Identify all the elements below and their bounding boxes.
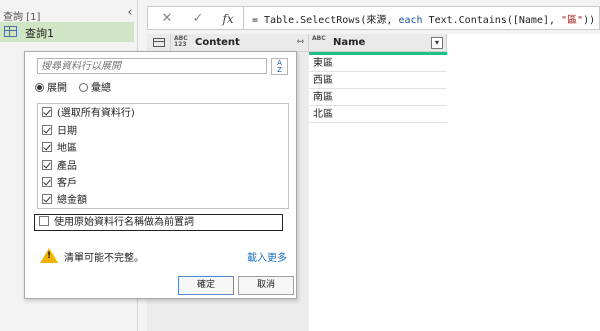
checkbox-unchecked[interactable] bbox=[39, 216, 49, 226]
table-icon bbox=[4, 26, 17, 37]
load-more-link[interactable]: 載入更多 bbox=[247, 249, 287, 264]
grid-corner[interactable] bbox=[147, 34, 171, 52]
checkbox-checked[interactable] bbox=[42, 142, 52, 152]
formula-bar: ✕ ✓ fx = Table.SelectRows(來源, each Text.… bbox=[147, 6, 600, 30]
table-row[interactable]: 西區 bbox=[309, 72, 447, 89]
cancel-button[interactable]: 取消 bbox=[238, 276, 294, 295]
formula-suffix: )) bbox=[583, 15, 596, 26]
collapse-pane-icon[interactable]: ‹ bbox=[124, 6, 136, 20]
column-name-content: Content bbox=[195, 37, 240, 48]
query-item-label: 查詢1 bbox=[25, 27, 54, 40]
type-text-icon: ABC bbox=[312, 35, 326, 42]
radio-dot-selected bbox=[35, 83, 44, 92]
radio-dot bbox=[79, 83, 88, 92]
formula-prefix: = Table.SelectRows(來源, bbox=[252, 15, 399, 26]
column-checklist: (選取所有資料行) 日期 地區 產品 客戶 總金額 bbox=[37, 103, 289, 209]
ok-button[interactable]: 確定 bbox=[178, 276, 234, 295]
list-item-label: 日期 bbox=[57, 126, 77, 137]
list-item-label: 總金額 bbox=[57, 195, 87, 206]
checkbox-checked[interactable] bbox=[42, 177, 52, 187]
filter-icon[interactable]: ▾ bbox=[431, 37, 443, 49]
list-item-label: 產品 bbox=[57, 161, 77, 172]
list-item[interactable]: 產品 bbox=[42, 159, 77, 174]
sort-az-icon[interactable]: AZ bbox=[271, 58, 288, 75]
formula-mid: Text.Contains([Name], bbox=[422, 15, 562, 26]
queries-pane-title: 查詢 [1] bbox=[3, 12, 41, 23]
list-item-label: 地區 bbox=[57, 143, 77, 154]
radio-aggregate[interactable]: 彙總 bbox=[79, 82, 111, 96]
search-columns-input[interactable] bbox=[37, 58, 267, 74]
radio-aggregate-label: 彙總 bbox=[91, 83, 111, 94]
warning-text: 清單可能不完整。 bbox=[64, 253, 144, 264]
formula-keyword: each bbox=[398, 15, 423, 26]
list-item[interactable]: 地區 bbox=[42, 141, 77, 156]
column-name-name: Name bbox=[333, 37, 366, 48]
table-row[interactable]: 南區 bbox=[309, 89, 447, 106]
fx-icon[interactable]: fx bbox=[218, 10, 238, 28]
list-item[interactable]: (選取所有資料行) bbox=[42, 106, 135, 121]
checkbox-checked[interactable] bbox=[42, 194, 52, 204]
table-row[interactable]: 北區 bbox=[309, 106, 447, 123]
list-item-label: (選取所有資料行) bbox=[57, 108, 135, 119]
commit-formula-icon[interactable]: ✓ bbox=[188, 10, 208, 28]
radio-expand[interactable]: 展開 bbox=[35, 82, 67, 96]
formula-input[interactable]: = Table.SelectRows(來源, each Text.Contain… bbox=[252, 11, 595, 26]
list-item[interactable]: 日期 bbox=[42, 124, 77, 139]
query-item[interactable]: 查詢1 bbox=[0, 22, 134, 42]
table-menu-icon[interactable] bbox=[153, 38, 165, 47]
list-item[interactable]: 總金額 bbox=[42, 193, 87, 208]
checkbox-checked[interactable] bbox=[42, 125, 52, 135]
prefix-option-label: 使用原始資料行名稱做為前置詞 bbox=[54, 217, 194, 228]
checkbox-checked[interactable] bbox=[42, 107, 52, 117]
cancel-formula-icon[interactable]: ✕ bbox=[157, 10, 177, 28]
expand-column-icon[interactable]: ⇿ bbox=[296, 37, 304, 47]
table-row[interactable]: 東區 bbox=[309, 55, 447, 72]
checkbox-checked[interactable] bbox=[42, 160, 52, 170]
radio-expand-label: 展開 bbox=[47, 83, 67, 94]
column-header-content[interactable]: ABC 123 Content ⇿ bbox=[171, 34, 309, 52]
list-item-label: 客戶 bbox=[57, 178, 77, 189]
expand-columns-dropdown: AZ 展開 彙總 (選取所有資料行) 日期 地區 產品 客戶 總金額 使用原始資… bbox=[24, 51, 297, 299]
column-header-name[interactable]: ABC Name ▾ bbox=[309, 34, 447, 52]
formula-separator bbox=[243, 7, 244, 29]
list-item[interactable]: 客戶 bbox=[42, 176, 77, 191]
formula-string: "區" bbox=[561, 15, 584, 26]
prefix-option[interactable]: 使用原始資料行名稱做為前置詞 bbox=[34, 214, 283, 231]
warning-mark: ! bbox=[47, 251, 52, 261]
type-any-icon: ABC 123 bbox=[174, 35, 188, 48]
